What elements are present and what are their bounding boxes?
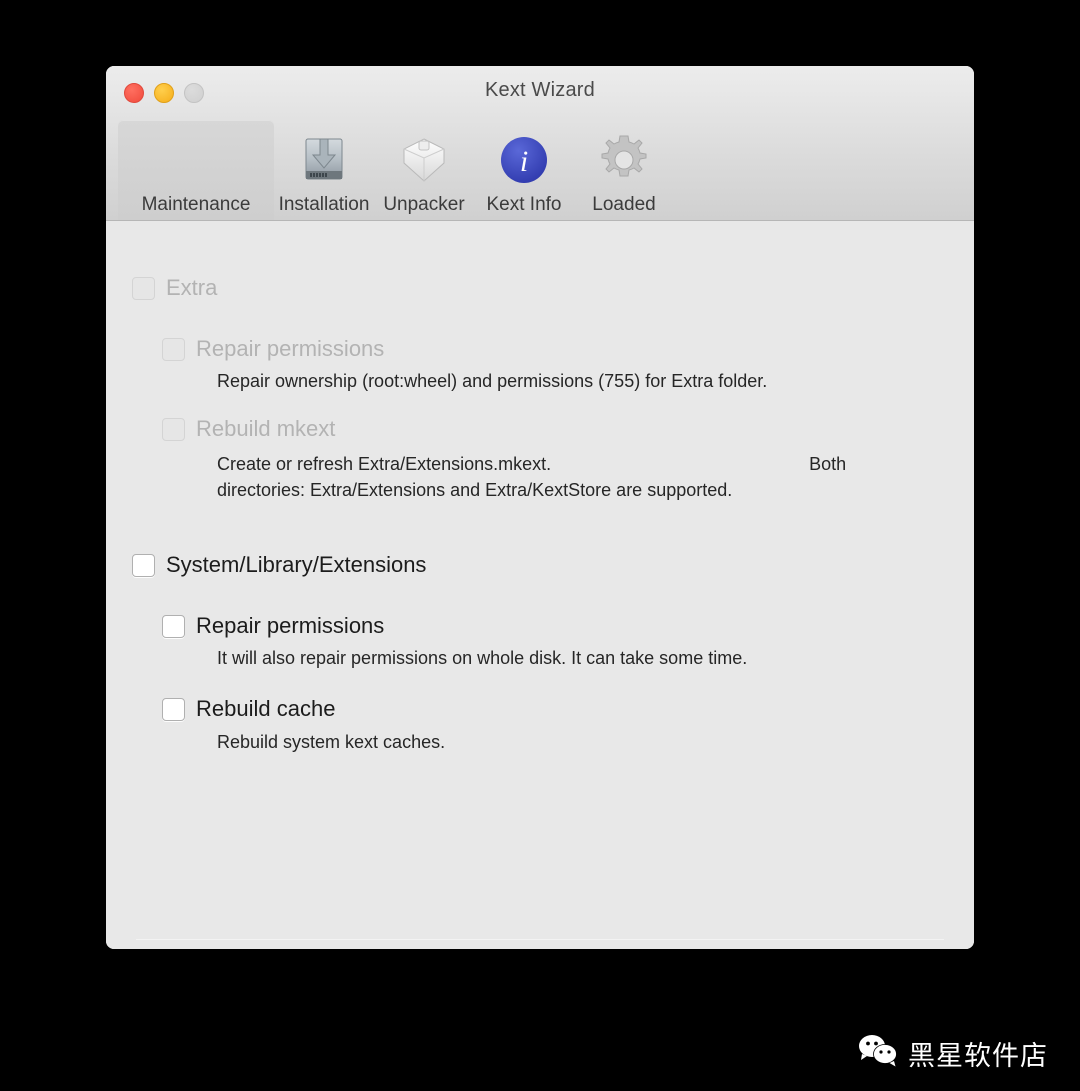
checkbox-extra-repair-permissions-label: Repair permissions xyxy=(196,336,385,361)
tab-unpacker[interactable]: Unpacker xyxy=(374,120,474,220)
checkbox-system-library-extensions-label: System/Library/Extensions xyxy=(166,552,427,577)
checkbox-extra-rebuild-mkext-label: Rebuild mkext xyxy=(196,416,336,441)
toolbar-tabs: Maintenance Installation Unpacker i Kext… xyxy=(106,114,674,220)
checkbox-extra-rebuild-mkext: Rebuild mkext xyxy=(162,415,335,443)
app-window: Kext Wizard Maintenance Installation Unp… xyxy=(106,66,974,949)
checkbox-system-library-extensions-box[interactable] xyxy=(132,554,155,577)
watermark-text: 黑星软件店 xyxy=(908,1041,1048,1072)
tab-kext-info[interactable]: i Kext Info xyxy=(474,120,574,220)
maintenance-panel: Extra Repair permissions Repair ownershi… xyxy=(106,221,974,949)
checkbox-sle-rebuild-cache-box[interactable] xyxy=(162,698,185,721)
checkbox-system-library-extensions[interactable]: System/Library/Extensions xyxy=(132,551,426,579)
window-titlebar: Kext Wizard Maintenance Installation Unp… xyxy=(106,66,974,221)
wechat-icon xyxy=(858,1034,898,1073)
checkbox-extra-rebuild-mkext-box xyxy=(162,418,185,441)
extra-rebuild-mkext-description-part1: Create or refresh Extra/Extensions.mkext… xyxy=(217,454,552,474)
checkbox-sle-rebuild-cache[interactable]: Rebuild cache xyxy=(162,695,335,723)
extra-rebuild-mkext-description: Create or refresh Extra/Extensions.mkext… xyxy=(217,451,846,503)
tab-kext-info-label: Kext Info xyxy=(486,194,562,215)
gear-icon xyxy=(593,129,655,191)
tab-installation-label: Installation xyxy=(278,194,370,215)
checkbox-extra-box xyxy=(132,277,155,300)
checkbox-sle-repair-permissions-label: Repair permissions xyxy=(196,613,385,638)
checkbox-sle-repair-permissions-box[interactable] xyxy=(162,615,185,638)
hard-drive-download-icon xyxy=(293,129,355,191)
footer-divider xyxy=(136,939,944,940)
tab-loaded-label: Loaded xyxy=(592,194,656,215)
checkbox-extra-label: Extra xyxy=(166,275,218,300)
checkbox-sle-rebuild-cache-label: Rebuild cache xyxy=(196,696,336,721)
package-box-icon xyxy=(393,129,455,191)
tab-installation[interactable]: Installation xyxy=(274,120,374,220)
extra-repair-permissions-description: Repair ownership (root:wheel) and permis… xyxy=(217,371,768,391)
extra-rebuild-mkext-description-line2: directories: Extra/Extensions and Extra/… xyxy=(217,480,733,500)
tab-maintenance-label: Maintenance xyxy=(141,194,251,215)
sle-repair-permissions-description: It will also repair permissions on whole… xyxy=(217,648,748,668)
info-circle-icon: i xyxy=(493,129,555,191)
maintenance-icon xyxy=(165,129,227,191)
checkbox-extra-repair-permissions-box xyxy=(162,338,185,361)
window-title: Kext Wizard xyxy=(484,79,595,101)
tab-maintenance[interactable]: Maintenance xyxy=(118,120,274,220)
sle-rebuild-cache-description: Rebuild system kext caches. xyxy=(217,732,446,752)
svg-text:i: i xyxy=(520,145,528,178)
tab-loaded[interactable]: Loaded xyxy=(574,120,674,220)
extra-rebuild-mkext-description-part2: Both xyxy=(809,454,847,474)
checkbox-extra-repair-permissions: Repair permissions xyxy=(162,335,384,363)
checkbox-extra: Extra xyxy=(132,274,217,302)
tab-unpacker-label: Unpacker xyxy=(383,194,465,215)
checkbox-sle-repair-permissions[interactable]: Repair permissions xyxy=(162,612,384,640)
watermark: 黑星软件店 xyxy=(858,1034,1048,1073)
